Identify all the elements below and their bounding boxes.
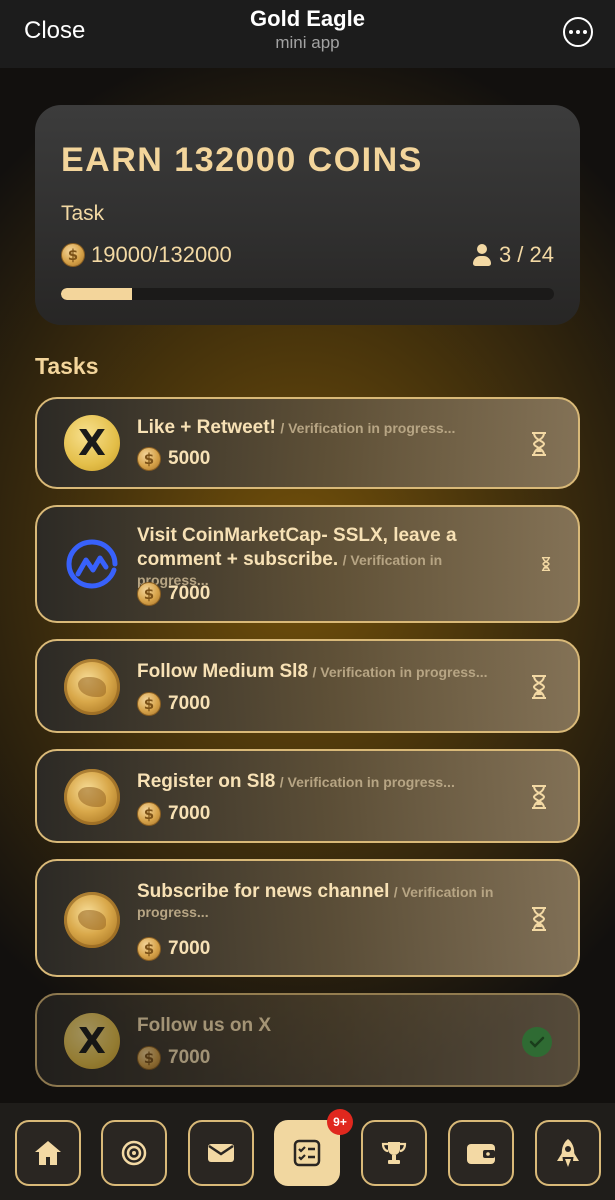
nav-target-button[interactable] [101,1120,167,1186]
task-title: Follow Medium Sl8 [137,661,309,682]
hourglass-icon [541,557,557,581]
task-title: Subscribe for news channel [137,881,390,902]
notification-badge: 9+ [327,1109,353,1135]
earn-progress-fill [61,288,132,300]
x-logo-icon: X [64,415,120,471]
task-reward: $ 5000 [137,447,210,471]
nav-home-button[interactable] [15,1120,81,1186]
person-icon [472,244,491,266]
app-title-block: Gold Eagle mini app [0,6,615,54]
coin-icon: $ [137,937,161,961]
coinmarketcap-logo-icon [64,537,120,593]
task-status: / Verification in progress... [280,420,456,436]
task-reward-value: 7000 [168,583,211,604]
bottom-nav: 9+ [0,1103,615,1200]
task-card[interactable]: Subscribe for news channel / Verificatio… [35,859,580,977]
gold-eagle-coin-icon [64,769,120,825]
earn-progress-bar [61,288,554,300]
task-title: Follow us on X [137,1015,272,1036]
earn-progress-text: 19000/132000 [91,242,232,267]
earn-card: EARN 132000 COINS Task $ 19000/132000 3 … [35,105,580,325]
earn-progress: $ 19000/132000 [61,242,232,268]
more-options-icon[interactable] [563,17,593,47]
tasks-checklist-icon [293,1139,321,1167]
wallet-icon [467,1144,495,1164]
task-card[interactable]: X Follow us on X $ 7000 [35,993,580,1087]
hourglass-icon [531,785,547,809]
app-title: Gold Eagle [250,6,365,31]
app-subtitle: mini app [275,33,340,52]
task-card[interactable]: Visit CoinMarketCap- SSLX, leave a comme… [35,505,580,623]
earn-players: 3 / 24 [472,242,554,268]
earn-title: EARN 132000 COINS [61,141,423,179]
earn-label: Task [61,202,105,225]
task-reward-value: 7000 [168,938,211,959]
task-reward: $ 7000 [137,937,210,961]
trophy-icon [381,1142,407,1164]
task-card[interactable]: Register on Sl8 / Verification in progre… [35,749,580,843]
coin-icon: $ [137,582,161,606]
task-title: Register on Sl8 [137,771,276,792]
coin-icon: $ [137,802,161,826]
checkmark-icon [522,1027,552,1057]
gold-eagle-coin-icon [64,892,120,948]
nav-trophy-button[interactable] [361,1120,427,1186]
nav-wallet-button[interactable] [448,1120,514,1186]
task-reward-value: 7000 [168,693,211,714]
coin-icon: $ [137,692,161,716]
hourglass-icon [531,907,547,931]
players-count: 3 / 24 [498,242,554,267]
hourglass-icon [531,432,547,456]
task-reward: $ 7000 [137,1046,210,1070]
target-icon [121,1140,147,1166]
coin-icon: $ [137,1046,161,1070]
nav-mail-button[interactable] [188,1120,254,1186]
hourglass-icon [531,675,547,699]
nav-rocket-button[interactable] [535,1120,601,1186]
coin-icon: $ [61,243,85,267]
tasks-heading: Tasks [35,353,99,379]
task-title: Like + Retweet! [137,417,276,438]
top-bar: Close Gold Eagle mini app [0,0,615,68]
x-logo-icon: X [64,1013,120,1069]
task-reward-value: 7000 [168,1047,211,1068]
task-status: / Verification in progress... [279,774,455,790]
task-status: / Verification in progress... [312,664,488,680]
task-reward-value: 5000 [168,448,211,469]
coin-icon: $ [137,447,161,471]
task-reward: $ 7000 [137,582,210,606]
task-reward: $ 7000 [137,692,210,716]
rocket-icon [557,1139,579,1167]
gold-eagle-coin-icon [64,659,120,715]
task-card[interactable]: X Like + Retweet! / Verification in prog… [35,397,580,489]
home-icon [35,1141,61,1165]
mail-icon [208,1144,234,1162]
task-card[interactable]: Follow Medium Sl8 / Verification in prog… [35,639,580,733]
task-reward: $ 7000 [137,802,210,826]
task-reward-value: 7000 [168,803,211,824]
